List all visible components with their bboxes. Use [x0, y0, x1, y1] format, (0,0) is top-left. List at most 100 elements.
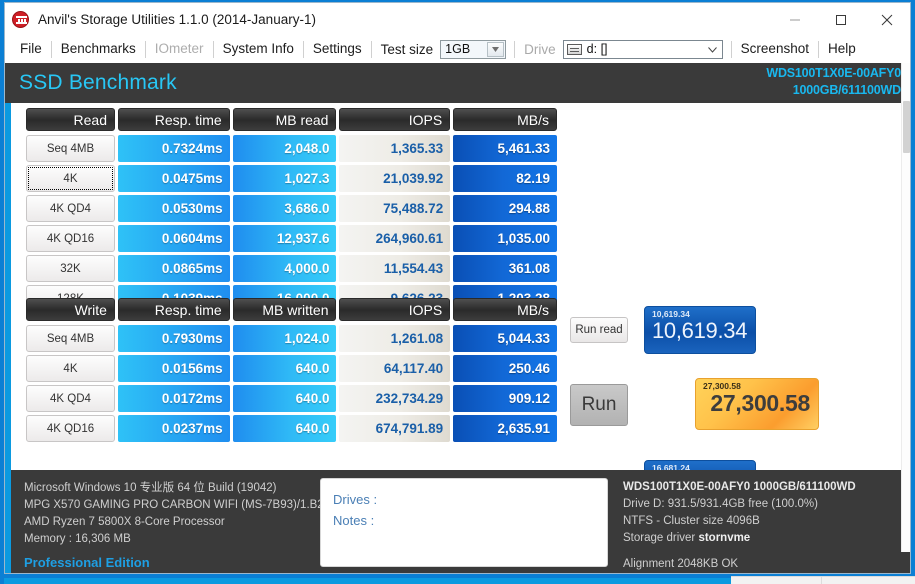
system-memory: Memory : 16,306 MB	[24, 533, 131, 545]
cell-mb-read: 3,686.0	[232, 195, 337, 222]
system-info-column: Microsoft Windows 10 专业版 64 位 Build (190…	[11, 470, 354, 573]
maximize-icon[interactable]	[818, 3, 864, 36]
column-header-read: Read	[26, 108, 115, 131]
total-score-value: 27,300.58	[710, 390, 810, 416]
close-icon[interactable]	[864, 3, 910, 36]
run-button[interactable]: Run	[570, 384, 628, 426]
read-score-value: 10,619.34	[652, 318, 748, 343]
drive-select[interactable]: d: []	[562, 39, 723, 59]
row-label-button[interactable]: 4K	[26, 165, 115, 192]
drive-capacity-text: Drive D: 931.5/931.4GB free (100.0%)	[623, 498, 818, 510]
cell-mbs: 250.46	[453, 355, 558, 382]
cell-mb-read: 12,937.6	[232, 225, 337, 252]
benchmark-main: Read Resp. time MB read IOPS MB/s Seq 4M…	[5, 103, 910, 508]
notes-input[interactable]: Drives : Notes :	[320, 478, 608, 567]
cell-resp-time: 0.7324ms	[117, 135, 230, 162]
table-row: 4K QD16 0.0604ms 12,937.6 264,960.61 1,0…	[26, 225, 558, 252]
system-motherboard: MPG X570 GAMING PRO CARBON WIFI (MS-7B93…	[24, 499, 354, 511]
system-cpu: AMD Ryzen 7 5800X 8-Core Processor	[24, 516, 225, 528]
cell-mbs: 2,635.91	[453, 415, 558, 442]
storage-driver-name: stornvme	[698, 532, 751, 544]
table-row: 4K 0.0475ms 1,027.3 21,039.92 82.19	[26, 165, 558, 192]
drive-icon	[566, 43, 582, 55]
drive-label: Drive	[524, 41, 556, 57]
accent-rail	[5, 103, 11, 470]
cell-mbs: 909.12	[453, 385, 558, 412]
cell-iops: 674,791.89	[339, 415, 451, 442]
cell-mb-read: 1,027.3	[232, 165, 337, 192]
application-window: Anvil's Storage Utilities 1.1.0 (2014-Ja…	[0, 0, 915, 584]
table-row: Seq 4MB 0.7930ms 1,024.0 1,261.08 5,044.…	[26, 325, 558, 352]
menu-item-screenshot[interactable]: Screenshot	[732, 39, 818, 59]
write-results-table: Write Resp. time MB written IOPS MB/s Se…	[26, 298, 558, 445]
column-header-resp-time: Resp. time	[117, 298, 230, 321]
table-row: 32K 0.0865ms 4,000.0 11,554.43 361.08	[26, 255, 558, 282]
cell-mbs: 5,461.33	[453, 135, 558, 162]
page-title: SSD Benchmark	[19, 71, 177, 94]
storage-driver-row: Storage driver stornvme	[623, 530, 910, 547]
row-label-button[interactable]: Seq 4MB	[26, 135, 115, 162]
row-label-button[interactable]: Seq 4MB	[26, 325, 115, 352]
menu-item-benchmarks[interactable]: Benchmarks	[52, 39, 145, 59]
row-label-button[interactable]: 4K QD4	[26, 195, 115, 222]
notes-column: Drives : Notes :	[314, 470, 614, 573]
cell-resp-time: 0.0172ms	[117, 385, 230, 412]
column-header-iops: IOPS	[339, 108, 451, 131]
bottom-accent-strip	[4, 578, 731, 584]
minimize-icon[interactable]	[772, 3, 818, 36]
cell-resp-time: 0.0237ms	[117, 415, 230, 442]
cell-iops: 264,960.61	[339, 225, 451, 252]
cell-iops: 21,039.92	[339, 165, 451, 192]
row-label-button[interactable]: 32K	[26, 255, 115, 282]
test-size-select[interactable]: 1GB	[440, 39, 507, 59]
table-row: Seq 4MB 0.7324ms 2,048.0 1,365.33 5,461.…	[26, 135, 558, 162]
menu-item-system-info[interactable]: System Info	[214, 39, 303, 59]
run-read-button[interactable]: Run read	[570, 317, 628, 343]
read-results-table: Read Resp. time MB read IOPS MB/s Seq 4M…	[26, 108, 558, 315]
test-size-value: 1GB	[445, 42, 471, 56]
menu-item-settings[interactable]: Settings	[304, 39, 371, 59]
cell-iops: 1,365.33	[339, 135, 451, 162]
vertical-scrollbar[interactable]	[901, 63, 910, 552]
cell-mb-read: 2,048.0	[232, 135, 337, 162]
table-header-row: Read Resp. time MB read IOPS MB/s	[26, 108, 557, 131]
cell-mb-written: 640.0	[232, 415, 337, 442]
menu-bar: File Benchmarks IOmeter System Info Sett…	[5, 36, 910, 63]
column-header-mb-read: MB read	[232, 108, 337, 131]
row-label-button[interactable]: 4K QD4	[26, 385, 115, 412]
drive-identity: WDS100T1X0E-00AFY0 1000GB/611100WD	[766, 65, 901, 99]
table-row: 4K QD16 0.0237ms 640.0 674,791.89 2,635.…	[26, 415, 558, 442]
row-label-button[interactable]: 4K QD16	[26, 225, 115, 252]
cell-iops: 11,554.43	[339, 255, 451, 282]
drive-model-text: WDS100T1X0E-00AFY0 1000GB/611100WD	[623, 481, 856, 493]
row-label-button[interactable]: 4K QD16	[26, 415, 115, 442]
cell-mbs: 1,035.00	[453, 225, 558, 252]
cell-resp-time: 0.0530ms	[117, 195, 230, 222]
cell-mbs: 361.08	[453, 255, 558, 282]
cell-resp-time: 0.7930ms	[117, 325, 230, 352]
drive-capacity: 1000GB/611100WD	[792, 83, 901, 97]
total-score-badge: 27,300.58 27,300.58	[695, 378, 819, 430]
window-controls	[772, 3, 910, 36]
table-row: 4K QD4 0.0172ms 640.0 232,734.29 909.12	[26, 385, 558, 412]
menu-item-help[interactable]: Help	[819, 39, 865, 59]
scrollbar-thumb[interactable]	[903, 101, 910, 153]
row-label-button[interactable]: 4K	[26, 355, 115, 382]
cell-mb-written: 1,024.0	[232, 325, 337, 352]
drive-value: d: []	[586, 42, 608, 56]
cell-iops: 64,117.40	[339, 355, 451, 382]
cell-resp-time: 0.0604ms	[117, 225, 230, 252]
column-header-iops: IOPS	[339, 298, 451, 321]
drives-label: Drives :	[333, 492, 378, 507]
chevron-down-icon[interactable]	[487, 41, 505, 57]
chevron-down-icon[interactable]	[707, 42, 717, 56]
menu-item-file[interactable]: File	[11, 39, 51, 59]
window-frame: Anvil's Storage Utilities 1.1.0 (2014-Ja…	[4, 2, 911, 574]
notes-label: Notes :	[333, 513, 375, 528]
table-row: 4K QD4 0.0530ms 3,686.0 75,488.72 294.88	[26, 195, 558, 222]
drive-model: WDS100T1X0E-00AFY0	[766, 66, 901, 80]
title-bar: Anvil's Storage Utilities 1.1.0 (2014-Ja…	[5, 3, 910, 36]
bottom-background-strip	[731, 576, 915, 584]
column-header-mbs: MB/s	[453, 108, 557, 131]
column-header-resp-time: Resp. time	[117, 108, 230, 131]
